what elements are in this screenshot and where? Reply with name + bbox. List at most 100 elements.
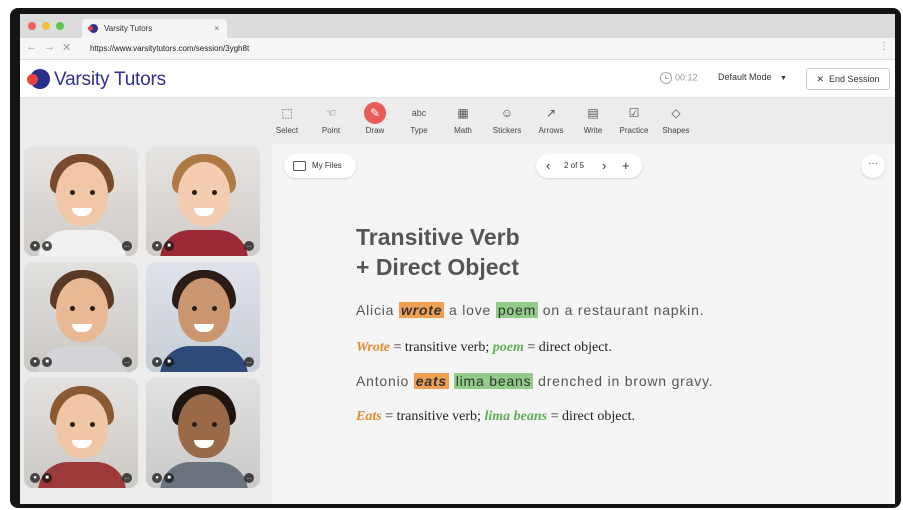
sentence-text: drenched in brown gravy. [533, 373, 714, 389]
microphone-icon[interactable]: ● [152, 241, 162, 251]
camera-icon[interactable]: ■ [164, 473, 174, 483]
chevron-down-icon: ▼ [780, 75, 787, 82]
tool-label: Draw [365, 126, 385, 135]
whiteboard[interactable]: My Files ‹ 2 of 5 › + ··· Transitive Ver… [272, 144, 895, 504]
tool-label: Arrows [538, 126, 564, 135]
example-sentence-2: Antonio eats lima beans drenched in brow… [356, 373, 713, 389]
browser-tab[interactable]: Varsity Tutors × [82, 19, 227, 38]
camera-icon[interactable]: ■ [164, 241, 174, 251]
tool-label: Math [454, 126, 472, 135]
my-files-button[interactable]: My Files [284, 154, 356, 178]
whiteboard-toolbar: ⬚ Select ☜ Point ✎ Draw abc Type ▦ Math … [20, 98, 895, 144]
smiley-icon: ☺ [500, 106, 514, 120]
mode-label: Default Mode [718, 72, 772, 82]
point-icon: ☜ [325, 106, 337, 120]
microphone-icon[interactable]: ● [152, 357, 162, 367]
mode-dropdown[interactable]: Default Mode ▼ [718, 72, 787, 82]
end-session-button[interactable]: ✕ End Session [806, 68, 890, 90]
tool-label: Shapes [662, 126, 690, 135]
participant-avatar [178, 162, 230, 226]
type-icon: abc [411, 108, 427, 118]
tool-practice[interactable]: ☑ Practice [614, 102, 654, 135]
sentence-text: a love [444, 302, 496, 318]
tool-select[interactable]: ⬚ Select [267, 102, 307, 135]
tool-stickers[interactable]: ☺ Stickers [487, 102, 527, 135]
back-arrow-icon[interactable]: ← [26, 41, 37, 53]
explanation-text: = direct object. [523, 340, 612, 355]
participant-avatar [178, 394, 230, 458]
explanation-1: Wrote = transitive verb; poem = direct o… [356, 340, 612, 356]
sentence-text: Alicia [356, 302, 399, 318]
math-icon: ▦ [457, 106, 469, 120]
page-indicator: 2 of 5 [564, 161, 585, 170]
stop-icon[interactable]: ✕ [62, 41, 71, 54]
tool-draw[interactable]: ✎ Draw [355, 102, 395, 135]
tool-write[interactable]: ▤ Write [573, 102, 613, 135]
close-window-button[interactable] [28, 22, 36, 30]
tool-label: Point [321, 126, 341, 135]
tab-bar: Varsity Tutors × [20, 14, 895, 38]
clipboard-check-icon: ☑ [628, 106, 640, 120]
tool-shapes[interactable]: ◇ Shapes [656, 102, 696, 135]
more-icon[interactable]: … [122, 357, 132, 367]
session-timer: 00:12 [660, 72, 698, 84]
tool-point[interactable]: ☜ Point [311, 102, 351, 135]
varsity-tutors-logo-icon [27, 69, 50, 89]
object-highlight: lima beans [453, 373, 534, 389]
example-sentence-1: Alicia wrote a love poem on a restaurant… [356, 302, 704, 318]
more-icon[interactable]: … [244, 473, 254, 483]
video-tile[interactable]: ● ■ … [24, 262, 138, 372]
verb-term: Wrote [356, 340, 390, 355]
verb-highlight: eats [413, 373, 450, 389]
previous-page-icon[interactable]: ‹ [546, 154, 550, 178]
browser-menu-icon[interactable]: ⋮ [879, 41, 889, 52]
object-term: poem [492, 340, 524, 355]
video-tile[interactable]: ● ■ … [146, 262, 260, 372]
camera-icon[interactable]: ■ [42, 473, 52, 483]
video-tile[interactable]: ● ■ … [24, 146, 138, 256]
url-field[interactable]: https://www.varsitytutors.com/session/3y… [86, 41, 876, 57]
participant-avatar [178, 278, 230, 342]
tool-math[interactable]: ▦ Math [443, 102, 483, 135]
more-icon[interactable]: … [122, 241, 132, 251]
title-line-1: Transitive Verb [356, 224, 520, 250]
explanation-2: Eats = transitive verb; lima beans = dir… [356, 409, 635, 425]
microphone-icon[interactable]: ● [30, 473, 40, 483]
video-tile[interactable]: ● ■ … [146, 146, 260, 256]
next-page-icon[interactable]: › [602, 154, 606, 178]
tool-arrows[interactable]: ↗ Arrows [531, 102, 571, 135]
sentence-text: on a restaurant napkin. [538, 302, 705, 318]
pencil-icon: ✎ [364, 102, 386, 124]
tab-close-icon[interactable]: × [214, 19, 219, 38]
varsity-tutors-favicon-icon [88, 24, 98, 33]
tool-label: Stickers [492, 126, 522, 135]
minimize-window-button[interactable] [42, 22, 50, 30]
timer-value: 00:12 [675, 72, 698, 83]
arrow-icon: ↗ [545, 106, 557, 120]
verb-term: Eats [356, 409, 382, 424]
video-panel: ● ■ … ● ■ … ● ■ … ● ■ … ● ■ … ● ■ … [20, 144, 272, 504]
camera-icon[interactable]: ■ [42, 241, 52, 251]
maximize-window-button[interactable] [56, 22, 64, 30]
shapes-icon: ◇ [671, 106, 681, 120]
camera-icon[interactable]: ■ [164, 357, 174, 367]
add-page-icon[interactable]: + [622, 154, 630, 178]
forward-arrow-icon[interactable]: → [44, 41, 55, 53]
title-line-2: + Direct Object [356, 254, 519, 280]
more-icon[interactable]: … [122, 473, 132, 483]
microphone-icon[interactable]: ● [30, 241, 40, 251]
microphone-icon[interactable]: ● [30, 357, 40, 367]
camera-icon[interactable]: ■ [42, 357, 52, 367]
tool-type[interactable]: abc Type [399, 102, 439, 135]
explanation-text: = transitive verb; [389, 340, 493, 355]
more-icon[interactable]: … [244, 241, 254, 251]
brand-name: Varsity Tutors [54, 69, 166, 90]
video-tile[interactable]: ● ■ … [24, 378, 138, 488]
video-tile[interactable]: ● ■ … [146, 378, 260, 488]
more-icon[interactable]: … [244, 357, 254, 367]
microphone-icon[interactable]: ● [152, 473, 162, 483]
clock-icon [660, 72, 672, 84]
more-options-button[interactable]: ··· [861, 154, 885, 178]
address-bar: ← → ✕ https://www.varsitytutors.com/sess… [20, 38, 895, 60]
lesson-title: Transitive Verb + Direct Object [356, 222, 520, 282]
